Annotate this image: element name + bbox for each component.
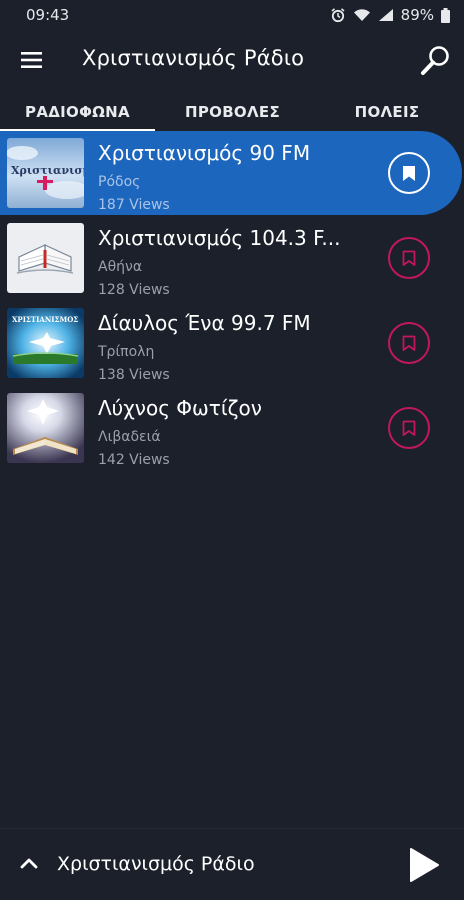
station-name: Χριστιανισμός 104.3 F... [98, 226, 341, 250]
app-screen: 09:43 89% Χριστιανισμός Ράδιο ΡΑΔΙΟΦΩΝΑ … [0, 0, 464, 900]
station-logo: Χριστιανισμός [7, 138, 84, 208]
tab-bar: ΡΑΔΙΟΦΩΝΑ ΠΡΟΒΟΛΕΣ ΠΟΛΕΙΣ [0, 92, 464, 132]
station-name: Χριστιανισμός 90 FM [98, 141, 311, 165]
status-time: 09:43 [26, 6, 70, 24]
station-views: 138 Views [98, 367, 170, 383]
battery-icon [441, 7, 450, 23]
tab-views[interactable]: ΠΡΟΒΟΛΕΣ [155, 92, 310, 132]
status-icons: 89% [330, 6, 450, 24]
station-logo-text: ΧΡΙΣΤΙΑΝΙΣΜΟΣ [12, 315, 78, 324]
bookmark-outline-icon [402, 250, 416, 266]
station-item-christianismos-90[interactable]: Χριστιανισμός Χριστιανισμός 90 FM Ρόδος … [0, 131, 464, 215]
bookmark-button[interactable] [388, 322, 430, 364]
station-item-lychnos-fotizon[interactable]: Λύχνος Φωτίζον Λιβαδειά 142 Views [0, 386, 464, 470]
app-title: Χριστιανισμός Ράδιο [82, 46, 305, 70]
bookmark-button[interactable] [388, 152, 430, 194]
station-logo-text: Χριστιανισμός [11, 164, 84, 177]
station-logo [7, 393, 84, 463]
station-city: Λιβαδειά [98, 429, 161, 445]
bookmark-button[interactable] [388, 407, 430, 449]
hamburger-menu-icon[interactable] [20, 48, 44, 72]
mini-player[interactable]: Χριστιανισμός Ράδιο [0, 828, 464, 900]
tab-stations[interactable]: ΡΑΔΙΟΦΩΝΑ [0, 92, 155, 132]
app-bar: Χριστιανισμός Ράδιο [0, 30, 464, 90]
station-name: Λύχνος Φωτίζον [98, 396, 262, 420]
station-views: 128 Views [98, 282, 170, 298]
play-icon[interactable] [408, 847, 440, 883]
station-item-diavlos-ena[interactable]: ΧΡΙΣΤΙΑΝΙΣΜΟΣ Δίαυλος Ένα 99.7 FM Τρίπολ… [0, 301, 464, 385]
station-views: 187 Views [98, 197, 170, 213]
alarm-icon [330, 7, 346, 23]
bookmark-outline-icon [402, 335, 416, 351]
search-icon[interactable] [418, 44, 452, 78]
wifi-icon [353, 8, 371, 22]
station-logo: ΧΡΙΣΤΙΑΝΙΣΜΟΣ [7, 308, 84, 378]
station-logo [7, 223, 84, 293]
station-views: 142 Views [98, 452, 170, 468]
station-city: Αθήνα [98, 259, 143, 275]
bookmark-outline-icon [402, 420, 416, 436]
station-item-christianismos-104[interactable]: Χριστιανισμός 104.3 F... Αθήνα 128 Views [0, 216, 464, 300]
station-name: Δίαυλος Ένα 99.7 FM [98, 311, 311, 335]
station-city: Τρίπολη [98, 344, 155, 360]
station-city: Ρόδος [98, 174, 141, 190]
tab-cities[interactable]: ΠΟΛΕΙΣ [310, 92, 464, 132]
player-title: Χριστιανισμός Ράδιο [57, 853, 255, 875]
chevron-up-icon[interactable] [18, 853, 40, 875]
status-bar: 09:43 89% [0, 0, 464, 30]
bookmark-button[interactable] [388, 237, 430, 279]
signal-icon [378, 8, 394, 22]
battery-percent: 89% [400, 6, 434, 24]
bookmark-filled-icon [403, 165, 415, 181]
